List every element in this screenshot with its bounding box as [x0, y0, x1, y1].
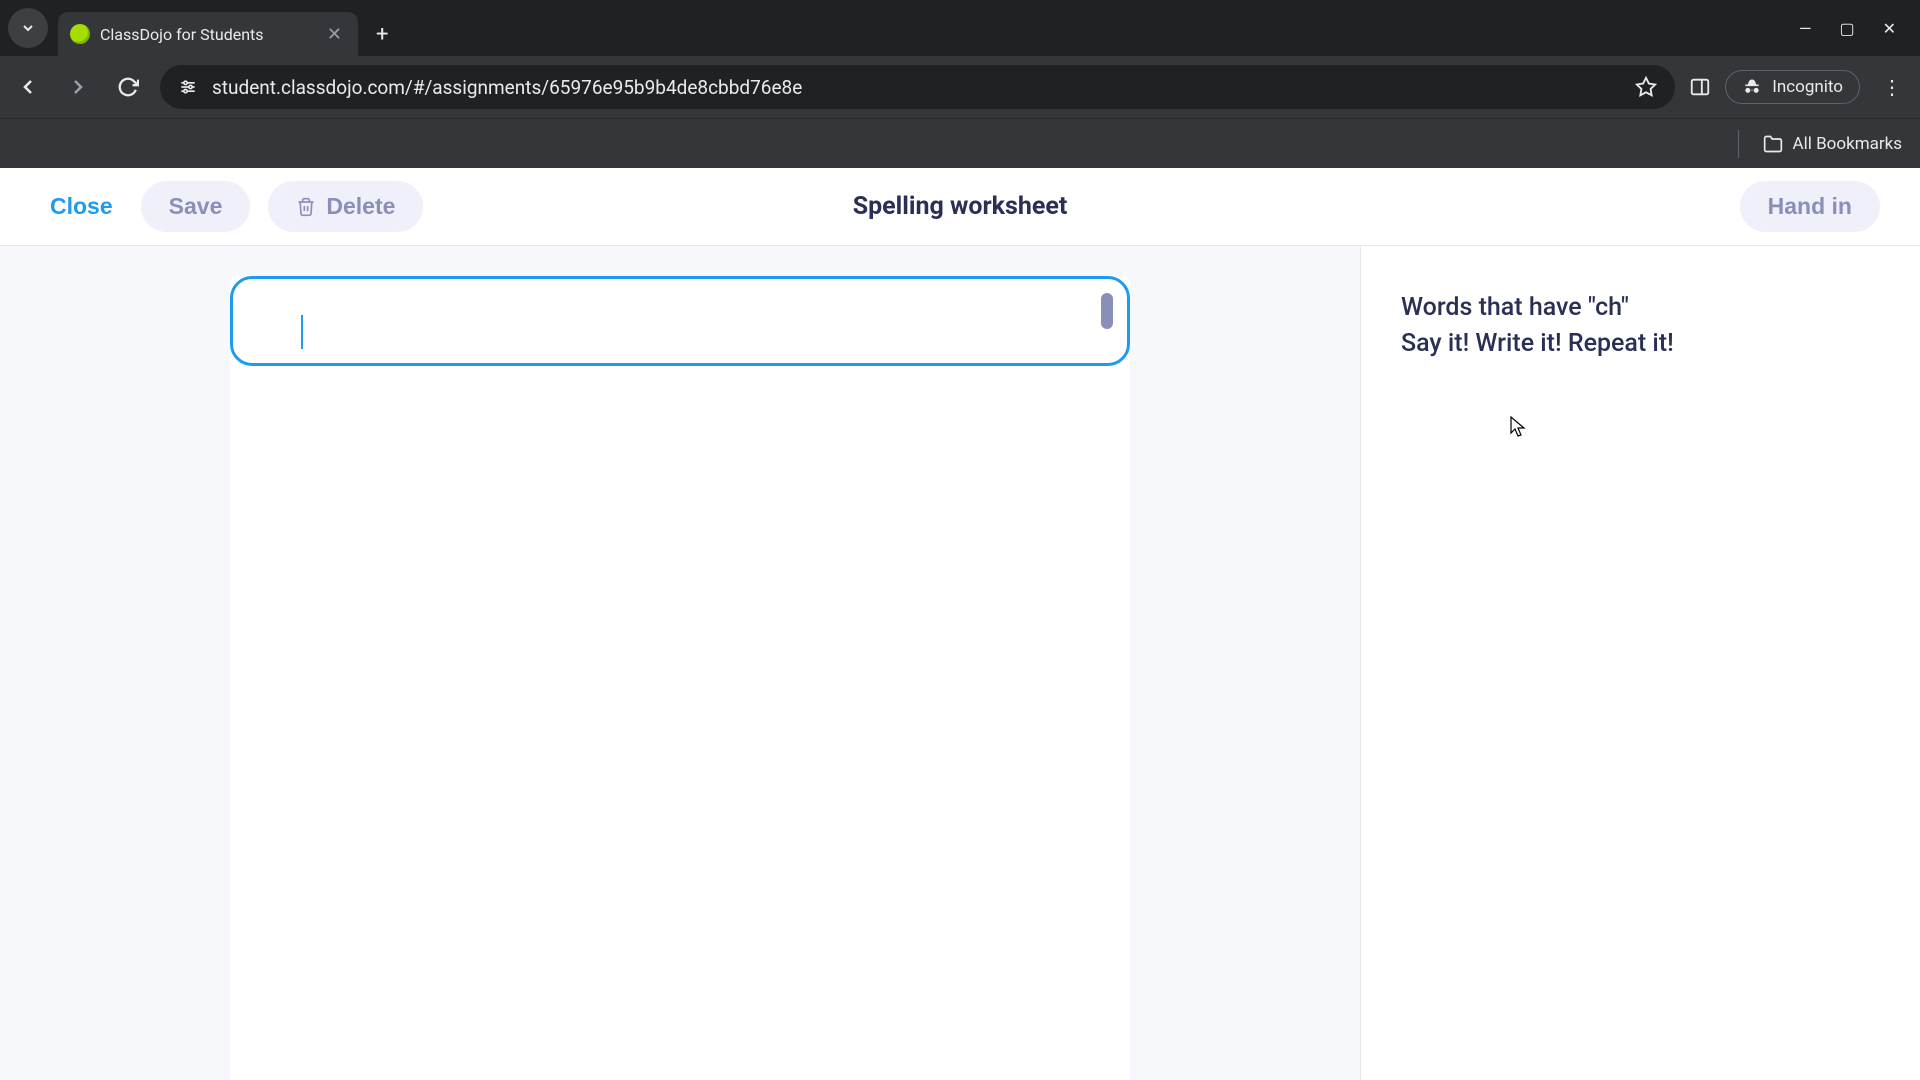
browser-tab-strip: ClassDojo for Students ✕ + ― ▢ ✕ — [0, 0, 1920, 56]
text-input-box[interactable] — [230, 276, 1130, 366]
browser-menu-button[interactable]: ⋮ — [1874, 75, 1910, 99]
all-bookmarks-button[interactable]: All Bookmarks — [1763, 134, 1902, 154]
drag-handle[interactable] — [1101, 293, 1113, 329]
browser-tab[interactable]: ClassDojo for Students ✕ — [58, 12, 358, 56]
page-content: Close Save Delete Spelling worksheet Han… — [0, 168, 1920, 1080]
bookmark-star-icon[interactable] — [1635, 76, 1657, 98]
hand-in-button[interactable]: Hand in — [1740, 181, 1880, 232]
save-button[interactable]: Save — [141, 181, 251, 232]
text-caret — [301, 315, 303, 349]
instructions-line-1: Words that have "ch" — [1401, 290, 1880, 326]
instructions-line-2: Say it! Write it! Repeat it! — [1401, 326, 1880, 362]
instructions-text: Words that have "ch" Say it! Write it! R… — [1401, 290, 1880, 363]
app-main: Words that have "ch" Say it! Write it! R… — [0, 246, 1920, 1080]
trash-icon — [296, 196, 316, 218]
app-header: Close Save Delete Spelling worksheet Han… — [0, 168, 1920, 246]
delete-label: Delete — [326, 193, 395, 220]
forward-button[interactable] — [60, 69, 96, 105]
delete-button[interactable]: Delete — [268, 181, 423, 232]
bookmark-bar: All Bookmarks — [0, 118, 1920, 168]
address-bar[interactable]: student.classdojo.com/#/assignments/6597… — [160, 65, 1675, 109]
maximize-button[interactable]: ▢ — [1839, 19, 1854, 38]
classdojo-favicon — [70, 24, 90, 44]
close-tab-button[interactable]: ✕ — [323, 20, 346, 49]
separator — [1738, 130, 1739, 158]
incognito-label: Incognito — [1772, 77, 1843, 97]
all-bookmarks-label: All Bookmarks — [1793, 134, 1902, 154]
browser-toolbar: student.classdojo.com/#/assignments/6597… — [0, 56, 1920, 118]
window-controls: ― ▢ ✕ — [1799, 19, 1912, 38]
incognito-indicator[interactable]: Incognito — [1725, 70, 1860, 104]
close-window-button[interactable]: ✕ — [1883, 19, 1896, 38]
assignment-title: Spelling worksheet — [853, 192, 1068, 221]
back-button[interactable] — [10, 69, 46, 105]
close-button[interactable]: Close — [40, 185, 123, 228]
tab-title: ClassDojo for Students — [100, 25, 264, 44]
folder-icon — [1763, 134, 1783, 154]
canvas-area — [0, 246, 1360, 1080]
minimize-button[interactable]: ― — [1799, 19, 1812, 38]
side-panel-icon[interactable] — [1689, 76, 1711, 98]
new-tab-button[interactable]: + — [358, 22, 406, 47]
instructions-panel: Words that have "ch" Say it! Write it! R… — [1360, 246, 1920, 1080]
chevron-down-icon — [20, 20, 36, 36]
reload-button[interactable] — [110, 69, 146, 105]
incognito-icon — [1742, 77, 1762, 97]
tab-search-dropdown[interactable] — [8, 8, 48, 48]
url-text: student.classdojo.com/#/assignments/6597… — [212, 76, 802, 99]
site-settings-icon[interactable] — [178, 77, 198, 97]
worksheet-canvas[interactable] — [230, 276, 1130, 1080]
